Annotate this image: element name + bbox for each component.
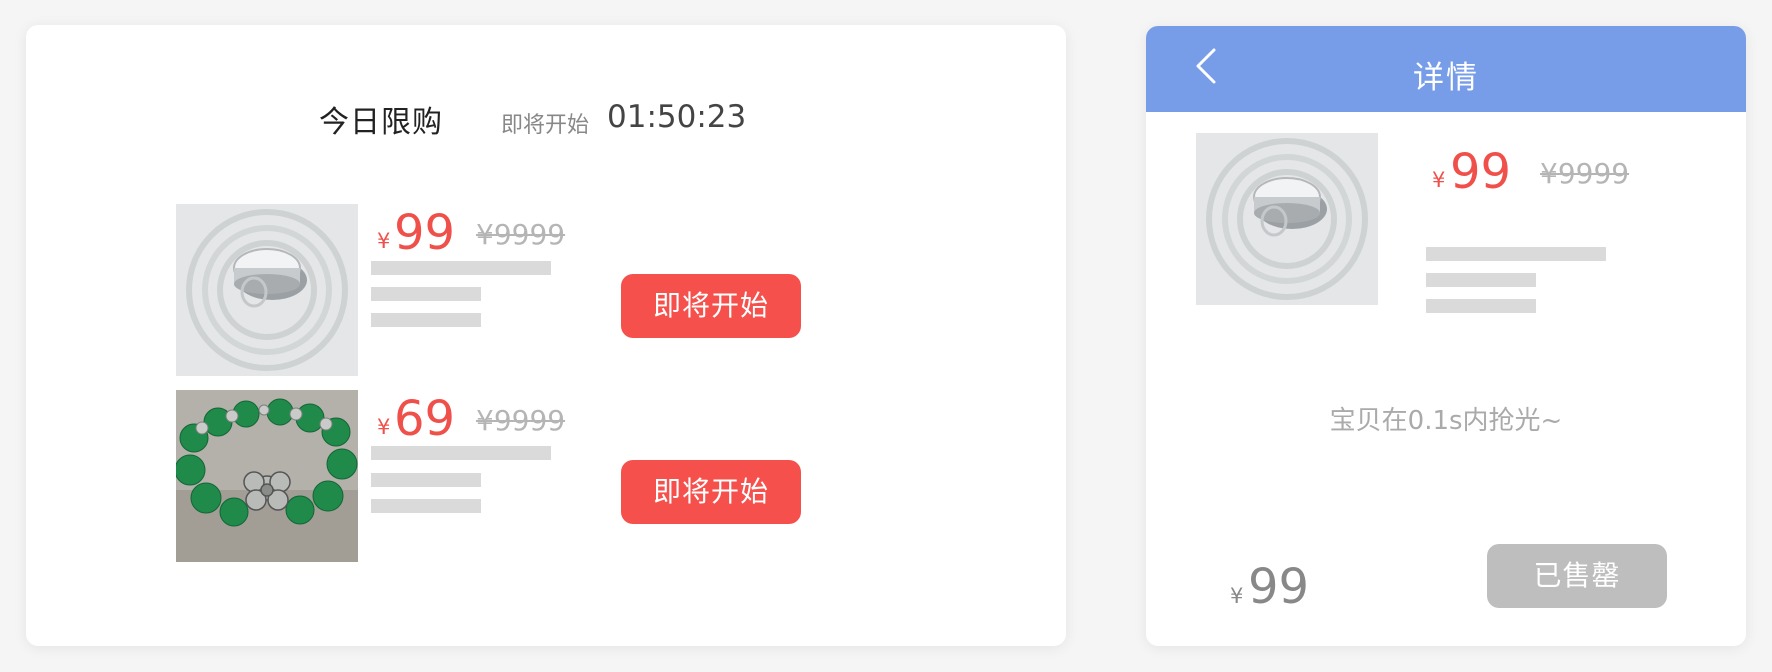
- product-image-bracelet[interactable]: [176, 390, 358, 562]
- cushion-compact-image: [1196, 133, 1378, 305]
- bottom-currency-symbol: ¥: [1230, 584, 1244, 608]
- product-detail-card: 详情 ¥ 99 ¥9999 宝贝在0.1s内抢光~ ¥ 99 已售罄: [1146, 26, 1746, 646]
- placeholder-line: [371, 473, 481, 487]
- bottom-price: 99: [1248, 559, 1310, 615]
- original-price: ¥9999: [1540, 157, 1630, 190]
- placeholder-line: [371, 261, 551, 275]
- currency-symbol: ¥: [377, 229, 391, 253]
- placeholder-line: [371, 446, 551, 460]
- sold-out-button[interactable]: 已售罄: [1487, 544, 1667, 608]
- coming-soon-button[interactable]: 即将开始: [621, 460, 801, 524]
- detail-title: 详情: [1413, 60, 1479, 96]
- currency-symbol: ¥: [1432, 168, 1446, 192]
- original-price: ¥9999: [476, 404, 566, 437]
- flash-sale-card: 今日限购 即将开始 01:50:23 ¥ 99 ¥9999 即将开始 ¥ 69 …: [26, 25, 1066, 646]
- sold-out-message: 宝贝在0.1s内抢光~: [1329, 406, 1563, 436]
- placeholder-line: [371, 313, 481, 327]
- placeholder-line: [1426, 273, 1536, 287]
- flash-sale-title: 今日限购: [319, 105, 443, 140]
- cushion-compact-image: [176, 204, 358, 376]
- jade-bracelet-image: [176, 390, 358, 562]
- sale-price: 99: [1450, 144, 1512, 200]
- detail-header: 详情: [1146, 26, 1746, 112]
- coming-soon-button[interactable]: 即将开始: [621, 274, 801, 338]
- placeholder-line: [371, 287, 481, 301]
- placeholder-line: [1426, 299, 1536, 313]
- detail-product-image: [1196, 133, 1378, 305]
- placeholder-line: [371, 499, 481, 513]
- product-image-cushion[interactable]: [176, 204, 358, 376]
- countdown-timer: 01:50:23: [607, 99, 747, 135]
- currency-symbol: ¥: [377, 415, 391, 439]
- sale-price: 69: [394, 391, 456, 447]
- original-price: ¥9999: [476, 218, 566, 251]
- sale-price: 99: [394, 205, 456, 261]
- countdown-label: 即将开始: [501, 113, 590, 138]
- placeholder-line: [1426, 247, 1606, 261]
